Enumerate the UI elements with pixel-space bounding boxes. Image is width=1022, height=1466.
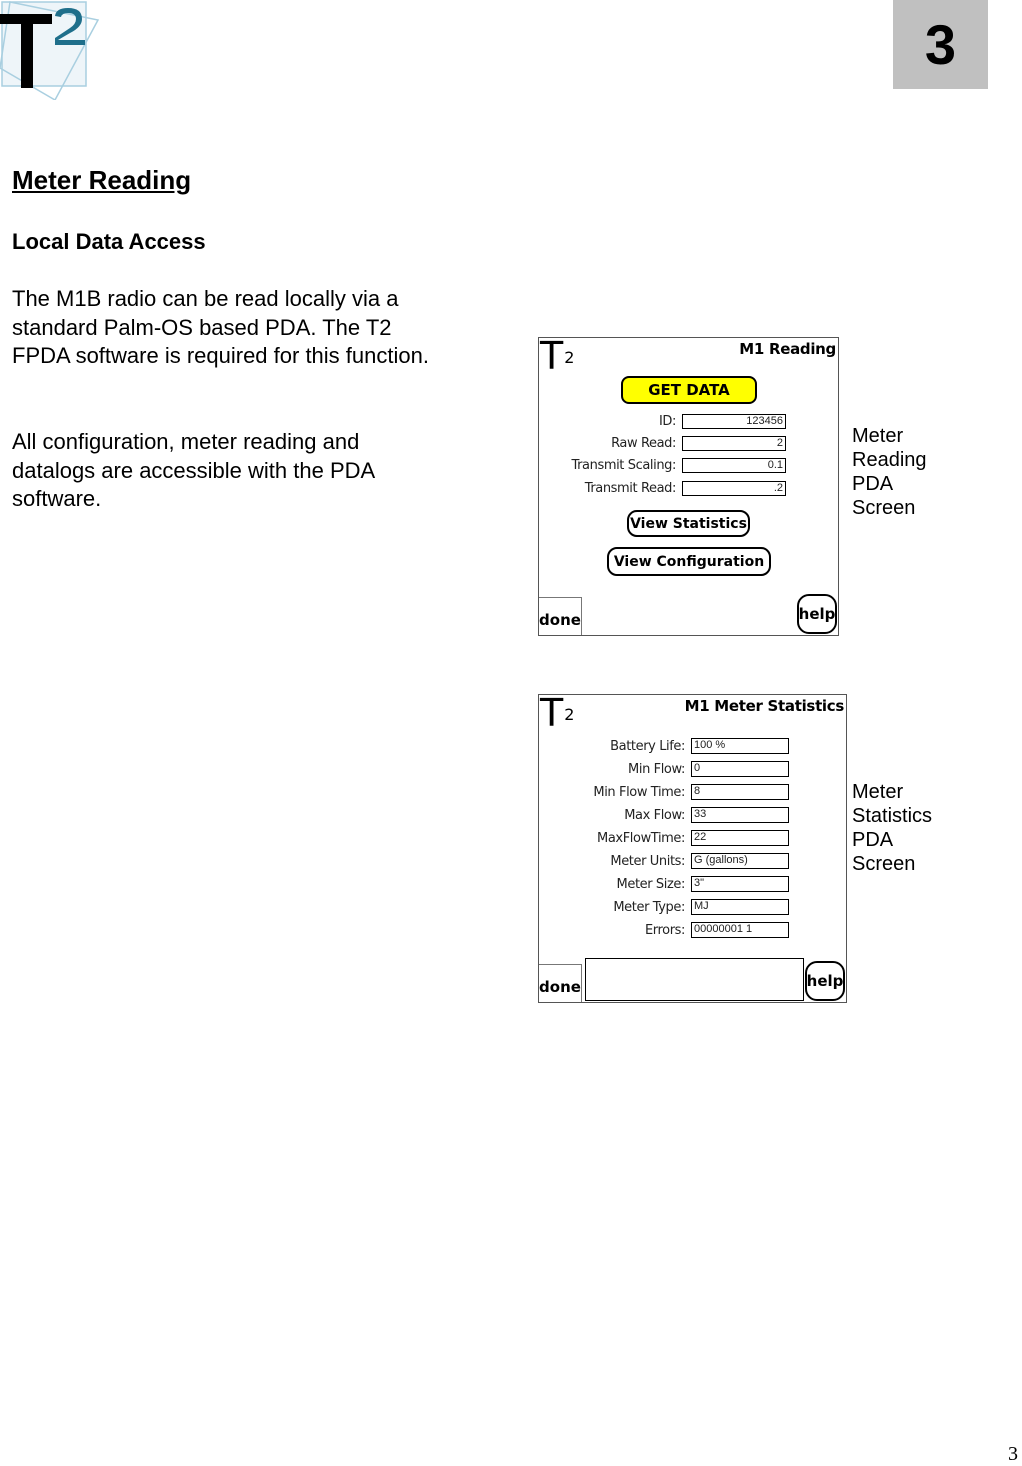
- field-label: Transmit Scaling:: [571, 458, 676, 473]
- caption-line: Statistics: [852, 805, 933, 827]
- max-flow-time-field[interactable]: 22: [691, 830, 789, 846]
- help-button[interactable]: help: [797, 594, 837, 634]
- raw-read-field[interactable]: 2: [682, 436, 786, 451]
- min-flow-time-field[interactable]: 8: [691, 784, 789, 800]
- meter-reading-caption: Meter Reading PDA Screen: [852, 424, 927, 520]
- t2-logo-icon: [0, 1, 100, 102]
- pda-logo: T2: [540, 691, 575, 735]
- access-paragraph: All configuration, meter reading and dat…: [12, 429, 374, 511]
- caption-line: Reading: [852, 449, 927, 471]
- id-field[interactable]: 123456: [682, 414, 786, 429]
- field-row-min-flow: Min Flow: 0: [539, 761, 789, 777]
- chapter-number-badge: 3: [893, 0, 988, 89]
- field-row-errors: Errors: 00000001 1: [539, 922, 789, 938]
- field-label: ID:: [658, 414, 676, 429]
- pda-screen-title: M1 Meter Statistics: [684, 697, 845, 715]
- transmit-scaling-field[interactable]: 0.1: [682, 458, 786, 473]
- intro-paragraph: The M1B radio can be read locally via a …: [12, 286, 429, 368]
- done-button[interactable]: done: [539, 964, 582, 1002]
- errors-field[interactable]: 00000001 1: [691, 922, 789, 938]
- min-flow-field[interactable]: 0: [691, 761, 789, 777]
- field-row-max-flow: Max Flow: 33: [539, 807, 789, 823]
- field-row-max-flow-time: MaxFlowTime: 22: [539, 830, 789, 846]
- field-row-id: ID: 123456: [539, 414, 786, 429]
- done-button[interactable]: done: [539, 597, 582, 635]
- help-button[interactable]: help: [805, 961, 845, 1001]
- field-row-transmit-read: Transmit Read: .2: [539, 481, 786, 496]
- t2-logo: [0, 0, 100, 102]
- view-configuration-button[interactable]: View Configuration: [607, 547, 771, 576]
- battery-life-field[interactable]: 100 %: [691, 738, 789, 754]
- field-row-battery-life: Battery Life: 100 %: [539, 738, 789, 754]
- field-label: Raw Read:: [611, 436, 676, 451]
- page-number: 3: [1008, 1443, 1018, 1465]
- field-label: Meter Type:: [613, 899, 685, 915]
- chapter-number: 3: [924, 13, 957, 76]
- field-label: Meter Size:: [616, 876, 686, 892]
- status-message-area: [585, 958, 804, 1001]
- field-label: MaxFlowTime:: [597, 830, 685, 846]
- field-row-min-flow-time: Min Flow Time: 8: [539, 784, 789, 800]
- field-label: Battery Life:: [610, 738, 685, 754]
- pda-screen-title: M1 Reading: [739, 340, 836, 358]
- pda-logo: T2: [540, 334, 575, 378]
- field-label: Max Flow:: [624, 807, 685, 823]
- caption-line: PDA: [852, 829, 894, 851]
- field-label: Min Flow Time:: [593, 784, 685, 800]
- subsection-title: Local Data Access: [12, 229, 206, 254]
- meter-statistics-caption: Meter Statistics PDA Screen: [852, 780, 932, 876]
- field-label: Meter Units:: [610, 853, 685, 869]
- field-row-meter-units: Meter Units: G (gallons): [539, 853, 789, 869]
- meter-type-field[interactable]: MJ: [691, 899, 789, 915]
- caption-line: Screen: [852, 853, 916, 875]
- meter-statistics-pda-screen: T2 M1 Meter Statistics Battery Life: 100…: [538, 691, 847, 1003]
- field-label: Min Flow:: [628, 761, 685, 777]
- field-label: Transmit Read:: [584, 481, 677, 496]
- caption-line: Meter: [852, 425, 904, 447]
- field-label: Errors:: [644, 922, 685, 938]
- caption-line: Meter: [852, 781, 904, 803]
- meter-size-field[interactable]: 3": [691, 876, 789, 892]
- field-row-meter-type: Meter Type: MJ: [539, 899, 789, 915]
- field-row-meter-size: Meter Size: 3": [539, 876, 789, 892]
- transmit-read-field[interactable]: .2: [682, 481, 786, 496]
- caption-line: Screen: [852, 497, 916, 519]
- meter-reading-pda-screen: T2 M1 Reading GET DATA ID: 123456 Raw Re…: [538, 334, 839, 636]
- meter-units-field[interactable]: G (gallons): [691, 853, 789, 869]
- section-title: Meter Reading: [12, 165, 192, 195]
- field-row-raw-read: Raw Read: 2: [539, 436, 786, 451]
- max-flow-field[interactable]: 33: [691, 807, 789, 823]
- caption-line: PDA: [852, 473, 894, 495]
- view-statistics-button[interactable]: View Statistics: [627, 510, 750, 537]
- get-data-button[interactable]: GET DATA: [621, 376, 757, 404]
- field-row-transmit-scaling: Transmit Scaling: 0.1: [539, 458, 786, 473]
